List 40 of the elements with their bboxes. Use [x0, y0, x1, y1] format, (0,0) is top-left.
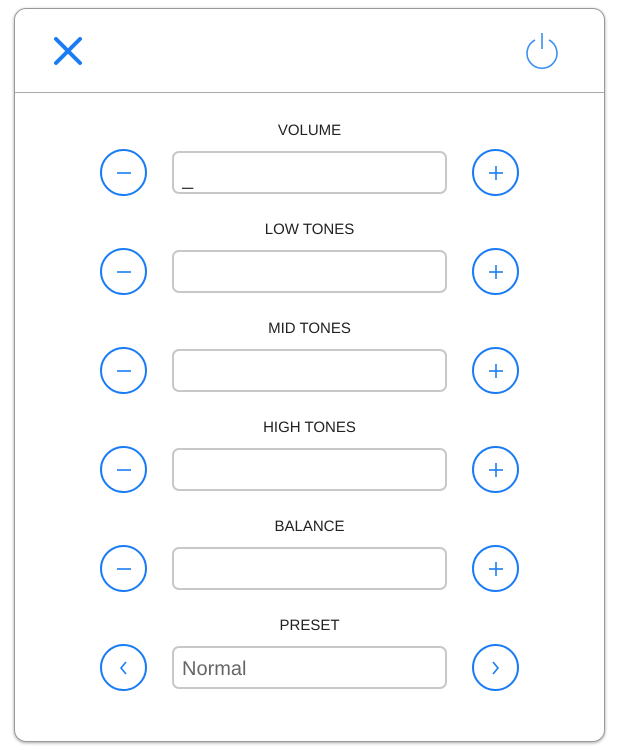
chevron-right-icon [492, 660, 499, 674]
plus-icon [488, 364, 502, 378]
minus-icon [116, 370, 130, 372]
value-field[interactable] [172, 448, 447, 491]
plus-icon [488, 562, 502, 576]
control-label: MID TONES [268, 320, 351, 338]
close-icon [53, 36, 83, 66]
minus-icon [116, 172, 130, 174]
value-field[interactable]: _ [172, 151, 447, 194]
value-field[interactable] [172, 349, 447, 392]
minus-icon [116, 270, 130, 272]
plus-icon [488, 462, 502, 476]
minus-icon [116, 468, 130, 470]
increase-button[interactable] [472, 545, 519, 592]
control-label: PRESET [279, 617, 340, 635]
decrease-button[interactable] [100, 446, 147, 493]
control-label: LOW TONES [264, 221, 354, 239]
value-field[interactable] [172, 250, 447, 293]
plus-icon [488, 166, 502, 180]
decrease-button[interactable] [100, 347, 147, 394]
value-field[interactable]: Normal [172, 646, 447, 689]
control-label: VOLUME [278, 122, 342, 140]
increase-button[interactable] [472, 149, 519, 196]
control-label: BALANCE [274, 518, 345, 536]
close-button[interactable] [53, 36, 83, 66]
increase-button[interactable] [472, 248, 519, 295]
increase-button[interactable] [472, 347, 519, 394]
value-field[interactable] [172, 547, 447, 590]
decrease-button[interactable] [100, 545, 147, 592]
minus-icon [116, 568, 130, 570]
increase-button[interactable] [472, 446, 519, 493]
power-button[interactable] [524, 32, 560, 70]
control-label: HIGH TONES [263, 419, 356, 437]
previous-button[interactable] [100, 644, 147, 691]
plus-icon [488, 264, 502, 278]
decrease-button[interactable] [100, 149, 147, 196]
next-button[interactable] [472, 644, 519, 691]
decrease-button[interactable] [100, 248, 147, 295]
chevron-left-icon [120, 660, 127, 674]
power-icon [524, 32, 560, 70]
